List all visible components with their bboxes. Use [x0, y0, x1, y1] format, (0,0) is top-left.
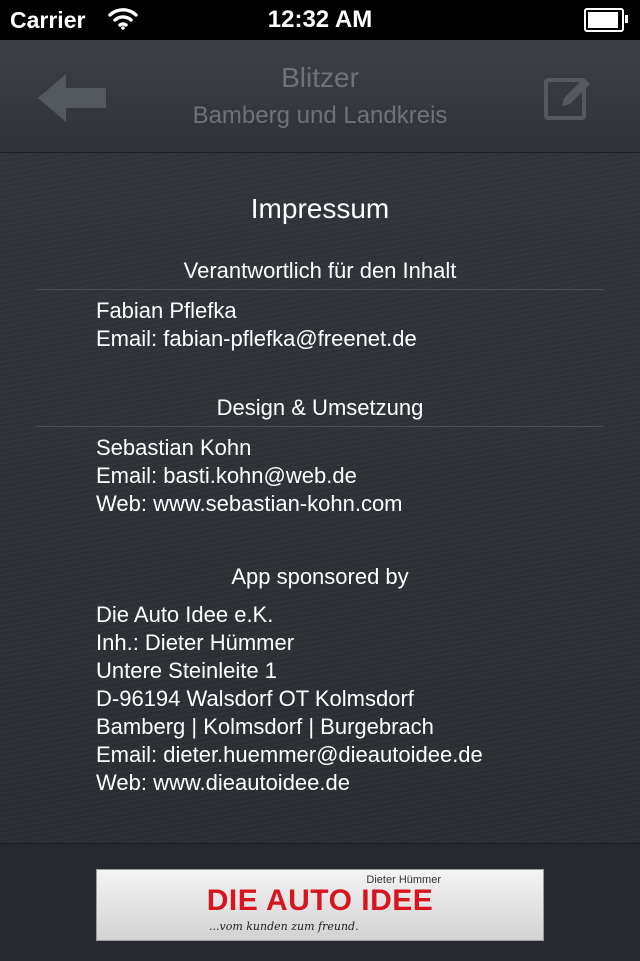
divider	[36, 289, 604, 290]
sponsor-email-link[interactable]: Email: dieter.huemmer@dieautoidee.de	[96, 741, 483, 769]
sponsor-company: Die Auto Idee e.K.	[96, 602, 274, 627]
banner-brand-logo: DIE AUTO IDEE	[206, 884, 434, 917]
sponsor-owner: Inh.: Dieter Hümmer	[96, 630, 295, 655]
clock: 12:32 AM	[267, 6, 373, 33]
navigation-bar: Blitzer Bamberg und Landkreis	[0, 40, 640, 153]
battery-icon	[584, 8, 628, 32]
sponsor-web-link[interactable]: Web: www.dieautoidee.de	[96, 769, 483, 797]
compose-icon	[544, 78, 590, 120]
sponsor-block: Die Auto Idee e.K. Inh.: Dieter Hümmer U…	[96, 601, 483, 797]
design-block: Sebastian Kohn Email: basti.kohn@web.de …	[96, 434, 403, 518]
content-responsible-block: Fabian Pflefka Email: fabian-pflefka@fre…	[96, 297, 417, 353]
sponsor-city: D-96194 Walsdorf OT Kolmsdorf	[96, 686, 414, 711]
impressum-content: Impressum Verantwortlich für den Inhalt …	[0, 153, 640, 843]
section-header-design: Design & Umsetzung	[216, 395, 424, 420]
section-header-content: Verantwortlich für den Inhalt	[183, 258, 457, 283]
sponsor-banner[interactable]: Dieter Hümmer DIE AUTO IDEE ...vom kunde…	[96, 869, 544, 941]
sponsor-street: Untere Steinleite 1	[96, 658, 277, 683]
footer: Dieter Hümmer DIE AUTO IDEE ...vom kunde…	[0, 843, 640, 961]
status-bar: Carrier 12:32 AM	[0, 0, 640, 40]
design-web-link[interactable]: Web: www.sebastian-kohn.com	[96, 490, 403, 518]
page-title: Impressum	[250, 193, 390, 224]
banner-slogan: ...vom kunden zum freund.	[209, 920, 359, 933]
edit-button[interactable]	[540, 70, 596, 126]
design-email-link[interactable]: Email: basti.kohn@web.de	[96, 462, 403, 490]
divider	[36, 426, 604, 427]
sponsor-locations: Bamberg | Kolmsdorf | Burgebrach	[96, 714, 434, 739]
content-name: Fabian Pflefka	[96, 298, 237, 323]
design-name: Sebastian Kohn	[96, 435, 252, 460]
content-email-link[interactable]: Email: fabian-pflefka@freenet.de	[96, 325, 417, 353]
section-header-sponsor: App sponsored by	[231, 564, 409, 589]
